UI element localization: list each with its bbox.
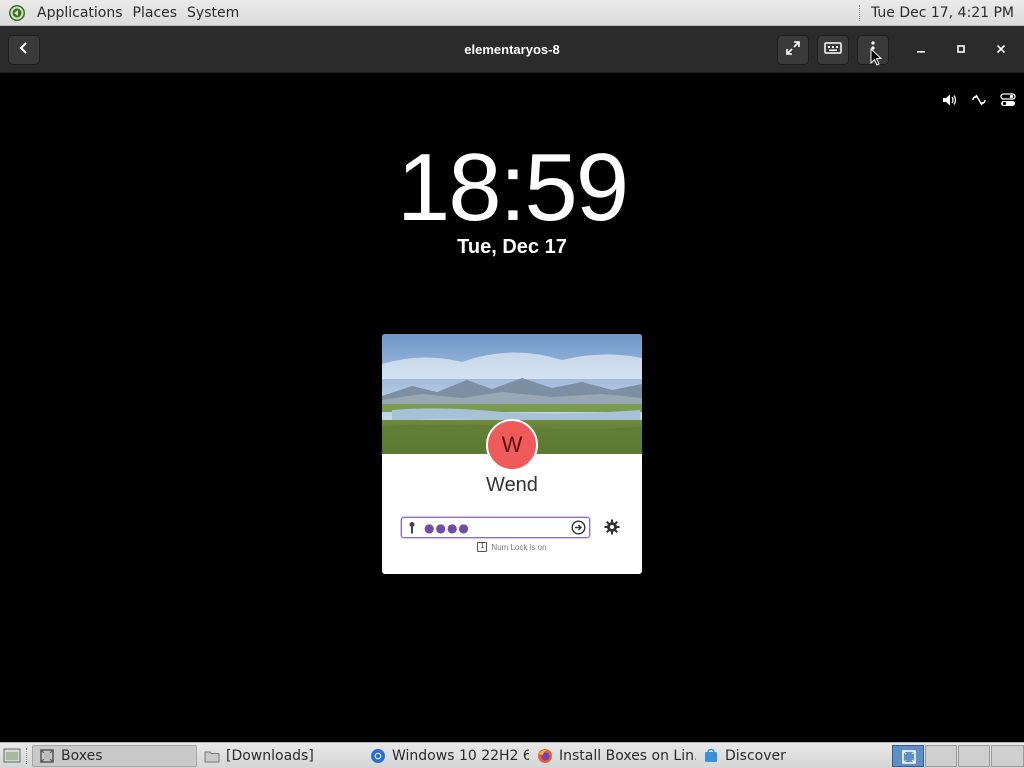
key-icon <box>407 521 417 535</box>
taskbar-item-label: Boxes <box>61 748 103 764</box>
panel-clock[interactable]: Tue Dec 17, 4:21 PM <box>871 5 1014 21</box>
minimize-icon <box>916 43 926 58</box>
minimize-button[interactable] <box>908 37 934 63</box>
taskbar-item-label: Windows 10 22H2 6... <box>392 748 529 764</box>
fullscreen-icon <box>785 40 801 60</box>
boxes-icon <box>39 748 55 764</box>
workspace-4[interactable] <box>991 745 1024 767</box>
session-settings-gear-icon[interactable] <box>603 518 621 536</box>
bottom-taskbar: Boxes [Downloads] Windows 10 22H2 6... I… <box>0 742 1024 768</box>
keyboard-icon <box>824 41 842 59</box>
discover-icon <box>703 748 719 764</box>
vm-status-indicators <box>942 92 1016 108</box>
keyboard-button[interactable] <box>817 35 849 65</box>
lock-screen-date: Tue, Dec 17 <box>457 236 567 258</box>
numlock-text: Num Lock is on <box>491 542 547 552</box>
menu-places[interactable]: Places <box>128 0 183 26</box>
taskbar-item-label: Install Boxes on Lin... <box>559 748 696 764</box>
password-input[interactable]: ●●●● <box>401 517 590 538</box>
folder-icon <box>204 748 220 764</box>
taskbar-item-windows10[interactable]: Windows 10 22H2 6... <box>364 745 529 767</box>
submit-arrow-icon[interactable] <box>571 520 586 535</box>
user-name: Wend <box>486 474 538 496</box>
close-icon <box>996 43 1006 58</box>
back-arrow-icon <box>17 41 31 59</box>
menu-applications[interactable]: Applications <box>32 0 128 26</box>
user-avatar[interactable]: W <box>486 419 538 471</box>
mouse-cursor-icon <box>870 47 883 70</box>
vm-display[interactable]: 18:59 Tue, Dec 17 W Wend ●●●● 1 Num Lock… <box>0 74 1024 742</box>
taskbar-item-boxes[interactable]: Boxes <box>32 745 197 767</box>
chrome-icon <box>370 748 386 764</box>
fullscreen-button[interactable] <box>777 35 809 65</box>
session-toggle-icon[interactable] <box>1000 92 1016 108</box>
password-mask: ●●●● <box>424 521 470 535</box>
menu-system[interactable]: System <box>182 0 244 26</box>
close-button[interactable] <box>988 37 1014 63</box>
boxes-headerbar: elementaryos-8 <box>0 26 1024 73</box>
maximize-button[interactable] <box>948 37 974 63</box>
taskbar-separator <box>26 748 28 764</box>
top-panel: Applications Places System Tue Dec 17, 4… <box>0 0 1024 26</box>
maximize-icon <box>956 43 966 58</box>
avatar-initial: W <box>501 432 523 457</box>
taskbar-item-label: Discover <box>725 748 786 764</box>
menu-logo-icon[interactable] <box>6 2 28 24</box>
panel-separator <box>858 4 861 21</box>
show-desktop-icon[interactable] <box>3 747 21 765</box>
back-button[interactable] <box>8 35 40 65</box>
firefox-icon <box>537 748 553 764</box>
taskbar-item-discover[interactable]: Discover <box>697 745 889 767</box>
workspace-1[interactable] <box>892 745 924 767</box>
volume-icon[interactable] <box>942 92 958 108</box>
network-disconnected-icon[interactable] <box>971 92 987 108</box>
workspace-window-icon <box>901 749 917 768</box>
taskbar-item-install-boxes[interactable]: Install Boxes on Lin... <box>531 745 696 767</box>
lock-screen-time: 18:59 <box>396 134 629 241</box>
taskbar-item-downloads[interactable]: [Downloads] <box>198 745 362 767</box>
workspace-2[interactable] <box>925 745 957 767</box>
workspace-3[interactable] <box>958 745 990 767</box>
taskbar-item-label: [Downloads] <box>226 748 314 764</box>
login-card[interactable]: W Wend ●●●● 1 Num Lock is on <box>382 334 642 574</box>
numlock-indicator: 1 Num Lock is on <box>382 542 642 552</box>
numlock-icon: 1 <box>477 542 488 552</box>
